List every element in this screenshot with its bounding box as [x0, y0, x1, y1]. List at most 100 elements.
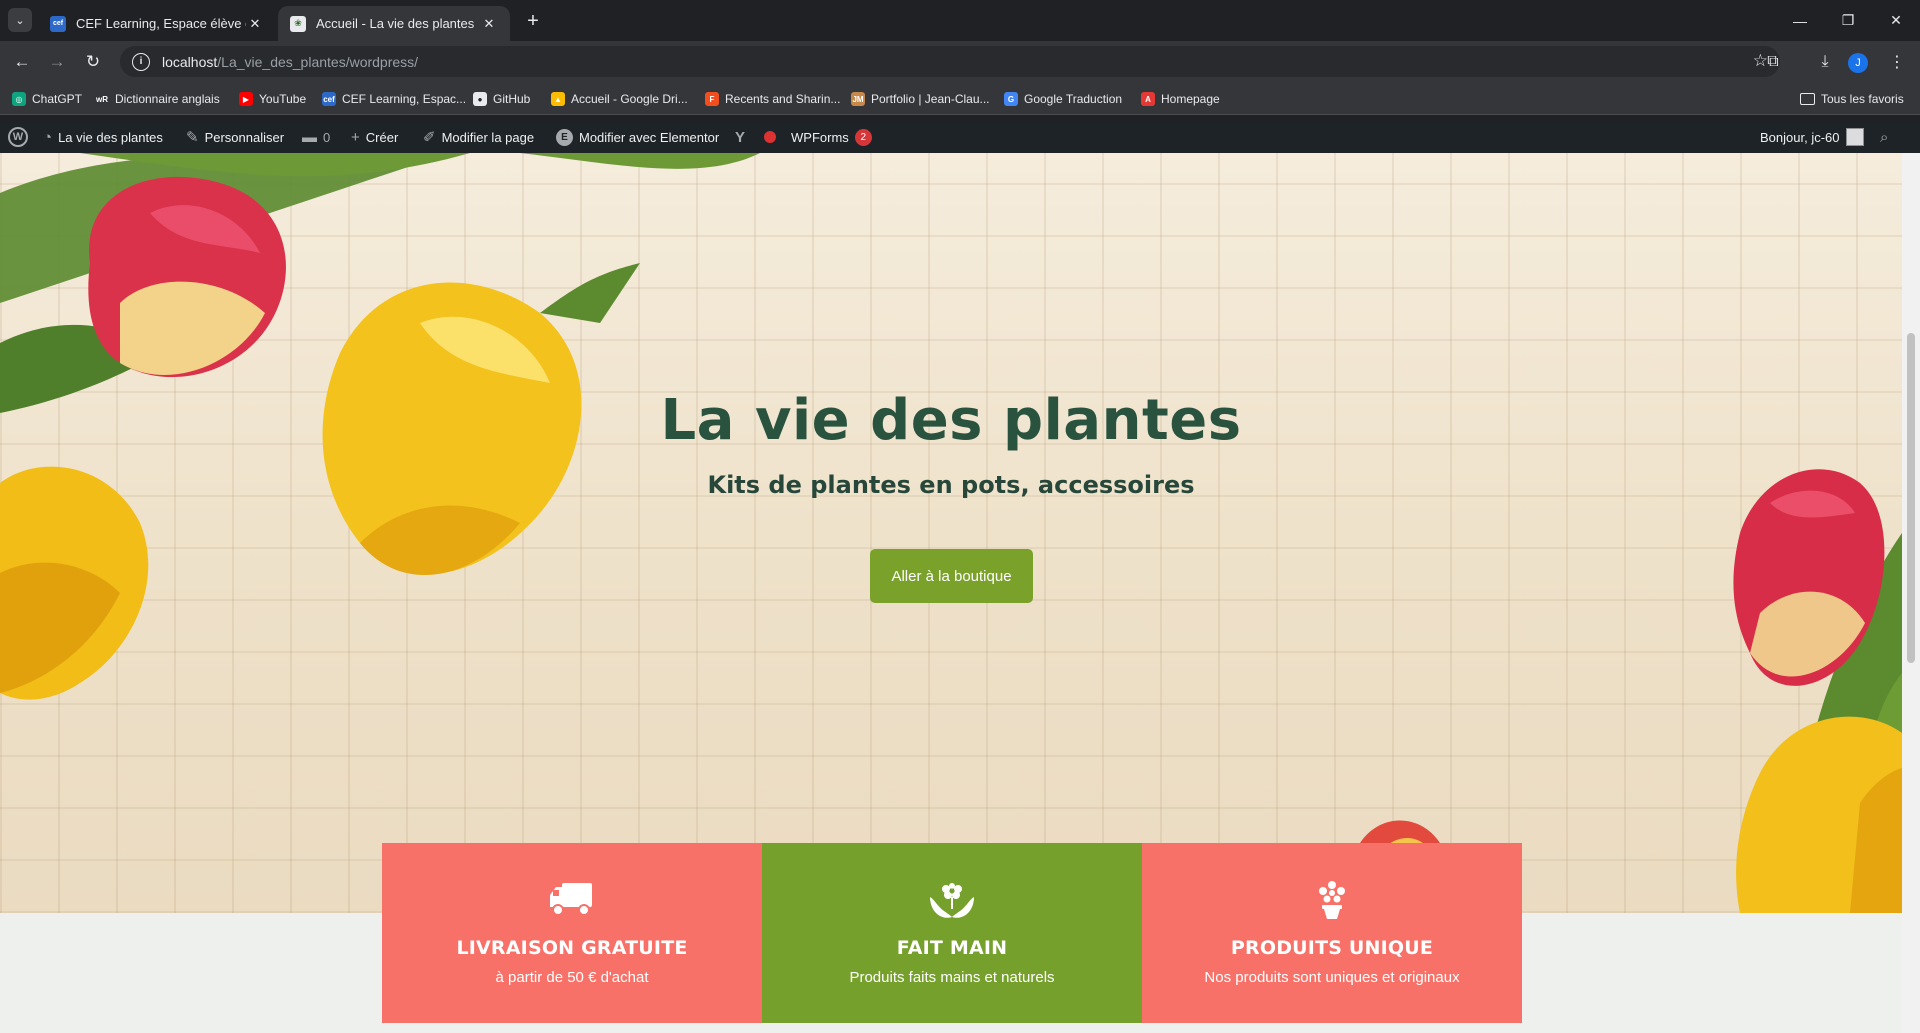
- red-status-dot-icon: [764, 131, 776, 143]
- scrollbar-thumb[interactable]: [1907, 333, 1915, 663]
- wp-new-label: Créer: [365, 129, 399, 145]
- forward-arrow-icon[interactable]: →: [44, 49, 70, 75]
- bookmark-label: Accueil - Google Dri...: [571, 92, 688, 106]
- profile-avatar[interactable]: J: [1848, 53, 1868, 73]
- google-translate-icon: G: [1004, 92, 1018, 106]
- hero-subtitle: Kits de plantes en pots, accessoires: [707, 471, 1195, 499]
- minimize-button[interactable]: —: [1776, 0, 1824, 41]
- bookmark-portfolio[interactable]: JM Portfolio | Jean-Clau...: [851, 90, 990, 108]
- close-tab-icon[interactable]: ✕: [480, 16, 498, 32]
- feature-title: FAIT MAIN: [896, 937, 1008, 959]
- site-info-icon[interactable]: i: [132, 52, 150, 71]
- url-host: localhost: [162, 53, 218, 70]
- feature-free-delivery: LIVRAISON GRATUITE à partir de 50 € d'ac…: [382, 843, 762, 1023]
- bookmark-label: Dictionnaire anglais: [115, 92, 220, 106]
- address-bar[interactable]: i localhost/La_vie_des_plantes/wordpress…: [120, 46, 1780, 77]
- wp-customize[interactable]: ✎ Personnaliser: [186, 121, 284, 153]
- cef-favicon-icon: cef: [50, 15, 66, 32]
- tab-cef-learning[interactable]: cef CEF Learning, Espace élève du C ✕: [38, 6, 276, 41]
- search-icon: ⌕: [1880, 128, 1889, 146]
- bookmark-label: Tous les favoris: [1821, 92, 1904, 106]
- close-tab-icon[interactable]: ✕: [246, 16, 264, 32]
- folder-icon: [1800, 93, 1815, 105]
- new-tab-button[interactable]: +: [520, 8, 546, 34]
- user-avatar: [1845, 128, 1864, 146]
- url-path: /La_vie_des_plantes/wordpress/: [217, 53, 419, 70]
- wp-wpforms-label: WPForms: [791, 129, 849, 145]
- wp-yoast[interactable]: Y: [735, 121, 751, 153]
- wp-edit-elementor[interactable]: E Modifier avec Elementor: [556, 121, 719, 153]
- go-to-shop-button[interactable]: Aller à la boutique: [870, 549, 1033, 603]
- bookmark-chatgpt[interactable]: ◎ ChatGPT: [12, 90, 82, 108]
- bookmark-label: ChatGPT: [32, 92, 83, 106]
- plus-icon: +: [351, 128, 360, 146]
- wp-edit-page[interactable]: ✐ Modifier la page: [423, 121, 534, 153]
- wordpress-logo-menu[interactable]: W: [8, 121, 28, 153]
- wp-comments[interactable]: ▬ 0: [302, 121, 330, 153]
- extensions-icon[interactable]: ⧉: [1760, 49, 1786, 75]
- wp-comments-count: 0: [323, 129, 331, 145]
- bookmark-label: CEF Learning, Espac...: [342, 92, 467, 106]
- wp-site-name[interactable]: ◔ La vie des plantes: [43, 121, 163, 153]
- paintbrush-icon: ✎: [186, 129, 199, 146]
- feature-unique-products: PRODUITS UNIQUE Nos produits sont unique…: [1142, 843, 1522, 1023]
- bookmark-homepage[interactable]: A Homepage: [1141, 90, 1220, 108]
- comment-icon: ▬: [302, 128, 317, 146]
- wp-greeting: Bonjour, jc-60: [1760, 129, 1840, 145]
- wp-wpforms[interactable]: WPForms 2: [791, 121, 872, 153]
- bookmarks-bar: Tous les favoris ◎ ChatGPT wR Dictionnaire …: [0, 82, 1920, 115]
- elementor-icon: E: [556, 128, 573, 146]
- wp-status-indicator[interactable]: [764, 121, 776, 153]
- browser-toolbar: ← → ↻ i localhost/La_vie_des_plantes/wor…: [0, 41, 1920, 82]
- bookmark-google-translate[interactable]: G Google Traduction: [1004, 90, 1122, 108]
- github-icon: ●: [473, 92, 487, 106]
- download-icon[interactable]: ⤓: [1812, 49, 1838, 75]
- feature-text: à partir de 50 € d'achat: [495, 969, 649, 986]
- all-bookmarks-folder[interactable]: Tous les favoris: [1800, 90, 1904, 108]
- hero-title: La vie des plantes: [660, 388, 1242, 453]
- google-drive-icon: ▲: [551, 92, 565, 106]
- close-window-button[interactable]: ✕: [1872, 0, 1920, 41]
- flower-pot-icon: [1319, 881, 1345, 919]
- delivery-truck-icon: [550, 883, 592, 916]
- menu-kebab-icon[interactable]: ⋮: [1884, 49, 1910, 75]
- tab-title: Accueil - La vie des plantes: [316, 16, 475, 31]
- bookmark-cef[interactable]: cef CEF Learning, Espac...: [322, 90, 466, 108]
- bookmark-wordreference[interactable]: wR Dictionnaire anglais: [95, 90, 220, 108]
- wp-customize-label: Personnaliser: [204, 129, 285, 145]
- hands-flower-icon: [930, 883, 974, 918]
- reload-icon[interactable]: ↻: [80, 49, 106, 75]
- page-scrollbar[interactable]: [1902, 153, 1920, 1033]
- wordpress-admin-bar: W ◔ La vie des plantes ✎ Personnaliser ▬…: [0, 121, 1920, 153]
- bookmark-figma[interactable]: F Recents and Sharin...: [705, 90, 840, 108]
- bookmark-youtube[interactable]: ▶ YouTube: [239, 90, 306, 108]
- youtube-icon: ▶: [239, 92, 253, 106]
- wp-my-account[interactable]: Bonjour, jc-60: [1760, 121, 1864, 153]
- back-arrow-icon[interactable]: ←: [9, 49, 35, 75]
- bookmark-label: Google Traduction: [1024, 92, 1123, 106]
- tab-search-button[interactable]: ⌄: [8, 8, 32, 32]
- tab-title: CEF Learning, Espace élève du C: [76, 16, 246, 31]
- bookmark-github[interactable]: ● GitHub: [473, 90, 530, 108]
- bookmark-google-drive[interactable]: ▲ Accueil - Google Dri...: [551, 90, 688, 108]
- bookmark-label: Homepage: [1161, 92, 1220, 106]
- yoast-icon: Y: [735, 128, 746, 146]
- wp-search[interactable]: ⌕: [1880, 121, 1888, 153]
- tulips-background-image: [0, 153, 1902, 913]
- homepage-icon: A: [1141, 92, 1155, 106]
- feature-title: PRODUITS UNIQUE: [1230, 937, 1434, 959]
- bookmark-label: YouTube: [259, 92, 307, 106]
- feature-text: Nos produits sont uniques et originaux: [1204, 969, 1460, 986]
- figma-icon: F: [705, 92, 719, 106]
- chatgpt-icon: ◎: [12, 92, 26, 106]
- feature-title: LIVRAISON GRATUITE: [456, 937, 688, 959]
- tab-accueil[interactable]: ❀ Accueil - La vie des plantes ✕: [278, 6, 510, 41]
- wp-edit-elementor-label: Modifier avec Elementor: [579, 129, 720, 145]
- portfolio-icon: JM: [851, 92, 865, 106]
- url-text: localhost/La_vie_des_plantes/wordpress/: [162, 54, 418, 70]
- page-viewport: La vie des plantes Kits de plantes en po…: [0, 153, 1920, 1033]
- wp-new-content[interactable]: + Créer: [351, 121, 398, 153]
- cef-icon: cef: [322, 92, 336, 106]
- restore-button[interactable]: ❐: [1824, 0, 1872, 41]
- hero-section: La vie des plantes Kits de plantes en po…: [0, 153, 1902, 913]
